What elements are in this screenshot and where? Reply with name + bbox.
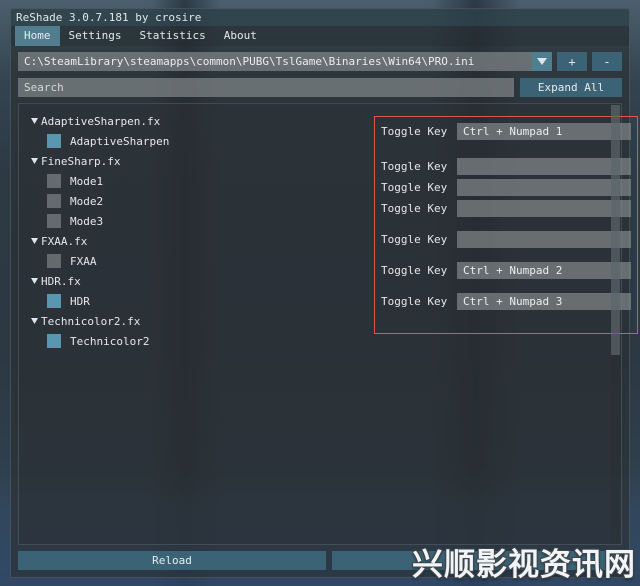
tab-about[interactable]: About — [215, 26, 266, 46]
technique-label: FXAA — [70, 254, 97, 268]
toggle-key-value: Ctrl + Numpad 1 — [463, 125, 563, 138]
tab-settings[interactable]: Settings — [60, 26, 131, 46]
preset-dropdown-button[interactable] — [532, 52, 552, 71]
tree-group-hdr[interactable]: HDR.fx — [27, 271, 369, 291]
technique-checkbox[interactable] — [47, 214, 61, 228]
preset-path-value: C:\SteamLibrary\steamapps\common\PUBG\Ts… — [24, 55, 475, 68]
tab-statistics[interactable]: Statistics — [130, 26, 214, 46]
toggle-key-input[interactable]: Ctrl + Numpad 3 — [457, 293, 631, 310]
tree-technique-mode2[interactable]: Mode2 — [27, 191, 369, 211]
toggle-key-label: Toggle Key — [381, 233, 448, 246]
caret-down-icon[interactable] — [27, 318, 41, 324]
toggle-key-label: Toggle Key — [381, 295, 448, 308]
footer-button-row: Reload — [18, 551, 622, 570]
search-placeholder: Search — [24, 81, 64, 94]
effects-content-area: AdaptiveSharpen.fx AdaptiveSharpen FineS… — [18, 103, 638, 545]
edit-button[interactable] — [332, 551, 622, 570]
technique-label: Mode2 — [70, 194, 104, 208]
technique-label: Mode1 — [70, 174, 104, 188]
reload-button[interactable]: Reload — [18, 551, 326, 570]
technique-checkbox[interactable] — [47, 194, 61, 208]
toggle-key-label: Toggle Key — [381, 125, 448, 138]
technique-checkbox[interactable] — [47, 174, 61, 188]
technique-checkbox[interactable] — [47, 334, 61, 348]
tree-technique-adaptivesharpen[interactable]: AdaptiveSharpen — [27, 131, 369, 151]
window-title: ReShade 3.0.7.181 by crosire — [11, 9, 629, 26]
tree-group-finesharp[interactable]: FineSharp.fx — [27, 151, 369, 171]
toggle-key-label: Toggle Key — [381, 181, 448, 194]
toggle-key-value: Ctrl + Numpad 3 — [463, 295, 563, 308]
tree-group-adaptivesharpen[interactable]: AdaptiveSharpen.fx — [27, 111, 369, 131]
tree-technique-fxaa[interactable]: FXAA — [27, 251, 369, 271]
toggle-key-row: Toggle Key — [381, 198, 631, 219]
toggle-key-row: Toggle Key Ctrl + Numpad 3 — [381, 291, 631, 312]
preset-row: C:\SteamLibrary\steamapps\common\PUBG\Ts… — [18, 52, 622, 71]
caret-down-icon[interactable] — [27, 238, 41, 244]
technique-label: AdaptiveSharpen — [70, 134, 170, 148]
tree-group-fxaa[interactable]: FXAA.fx — [27, 231, 369, 251]
tab-bar: Home Settings Statistics About — [11, 26, 629, 46]
toggle-key-row: Toggle Key — [381, 156, 631, 177]
window-body: C:\SteamLibrary\steamapps\common\PUBG\Ts… — [11, 46, 638, 577]
toggle-key-input[interactable] — [457, 179, 631, 196]
tree-group-label: FineSharp.fx — [41, 154, 121, 168]
search-input[interactable]: Search — [18, 78, 514, 97]
technique-checkbox[interactable] — [47, 294, 61, 308]
content-scrollbar[interactable] — [611, 105, 620, 543]
caret-down-icon[interactable] — [27, 278, 41, 284]
tree-technique-hdr[interactable]: HDR — [27, 291, 369, 311]
technique-label: Mode3 — [70, 214, 104, 228]
effects-tree: AdaptiveSharpen.fx AdaptiveSharpen FineS… — [19, 104, 369, 544]
toggle-key-row: Toggle Key — [381, 229, 631, 250]
toggle-key-label: Toggle Key — [381, 264, 448, 277]
toggle-key-input[interactable] — [457, 200, 631, 217]
tree-group-label: HDR.fx — [41, 274, 81, 288]
caret-down-icon[interactable] — [27, 158, 41, 164]
preset-path-input[interactable]: C:\SteamLibrary\steamapps\common\PUBG\Ts… — [18, 52, 552, 71]
toggle-key-input[interactable]: Ctrl + Numpad 2 — [457, 262, 631, 279]
toggle-key-input[interactable]: Ctrl + Numpad 1 — [457, 123, 631, 140]
tree-group-technicolor2[interactable]: Technicolor2.fx — [27, 311, 369, 331]
content-scrollbar-thumb[interactable] — [611, 105, 620, 355]
caret-down-icon[interactable] — [27, 118, 41, 124]
tree-group-label: AdaptiveSharpen.fx — [41, 114, 161, 128]
tree-technique-technicolor2[interactable]: Technicolor2 — [27, 331, 369, 351]
reshade-window: ReShade 3.0.7.181 by crosire Home Settin… — [10, 8, 638, 578]
tree-group-label: Technicolor2.fx — [41, 314, 141, 328]
tree-technique-mode3[interactable]: Mode3 — [27, 211, 369, 231]
add-preset-button[interactable]: + — [557, 52, 587, 71]
tab-home[interactable]: Home — [15, 26, 60, 46]
tree-group-label: FXAA.fx — [41, 234, 88, 248]
toggle-key-label: Toggle Key — [381, 160, 448, 173]
toggle-key-highlight-box: Toggle Key Ctrl + Numpad 1 Toggle Key To… — [374, 116, 638, 334]
expand-all-button[interactable]: Expand All — [520, 78, 622, 97]
toggle-key-row: Toggle Key Ctrl + Numpad 1 — [381, 121, 631, 142]
chevron-down-icon — [537, 58, 547, 65]
toggle-key-row: Toggle Key Ctrl + Numpad 2 — [381, 260, 631, 281]
technique-checkbox[interactable] — [47, 254, 61, 268]
toggle-key-label: Toggle Key — [381, 202, 448, 215]
screen: ReShade 3.0.7.181 by crosire Home Settin… — [0, 0, 640, 586]
technique-label: HDR — [70, 294, 90, 308]
tree-technique-mode1[interactable]: Mode1 — [27, 171, 369, 191]
toggle-key-value: Ctrl + Numpad 2 — [463, 264, 563, 277]
toggle-key-row: Toggle Key — [381, 177, 631, 198]
technique-label: Technicolor2 — [70, 334, 150, 348]
technique-checkbox[interactable] — [47, 134, 61, 148]
remove-preset-button[interactable]: - — [592, 52, 622, 71]
search-row: Search Expand All — [18, 78, 622, 97]
toggle-key-input[interactable] — [457, 231, 631, 248]
toggle-key-input[interactable] — [457, 158, 631, 175]
